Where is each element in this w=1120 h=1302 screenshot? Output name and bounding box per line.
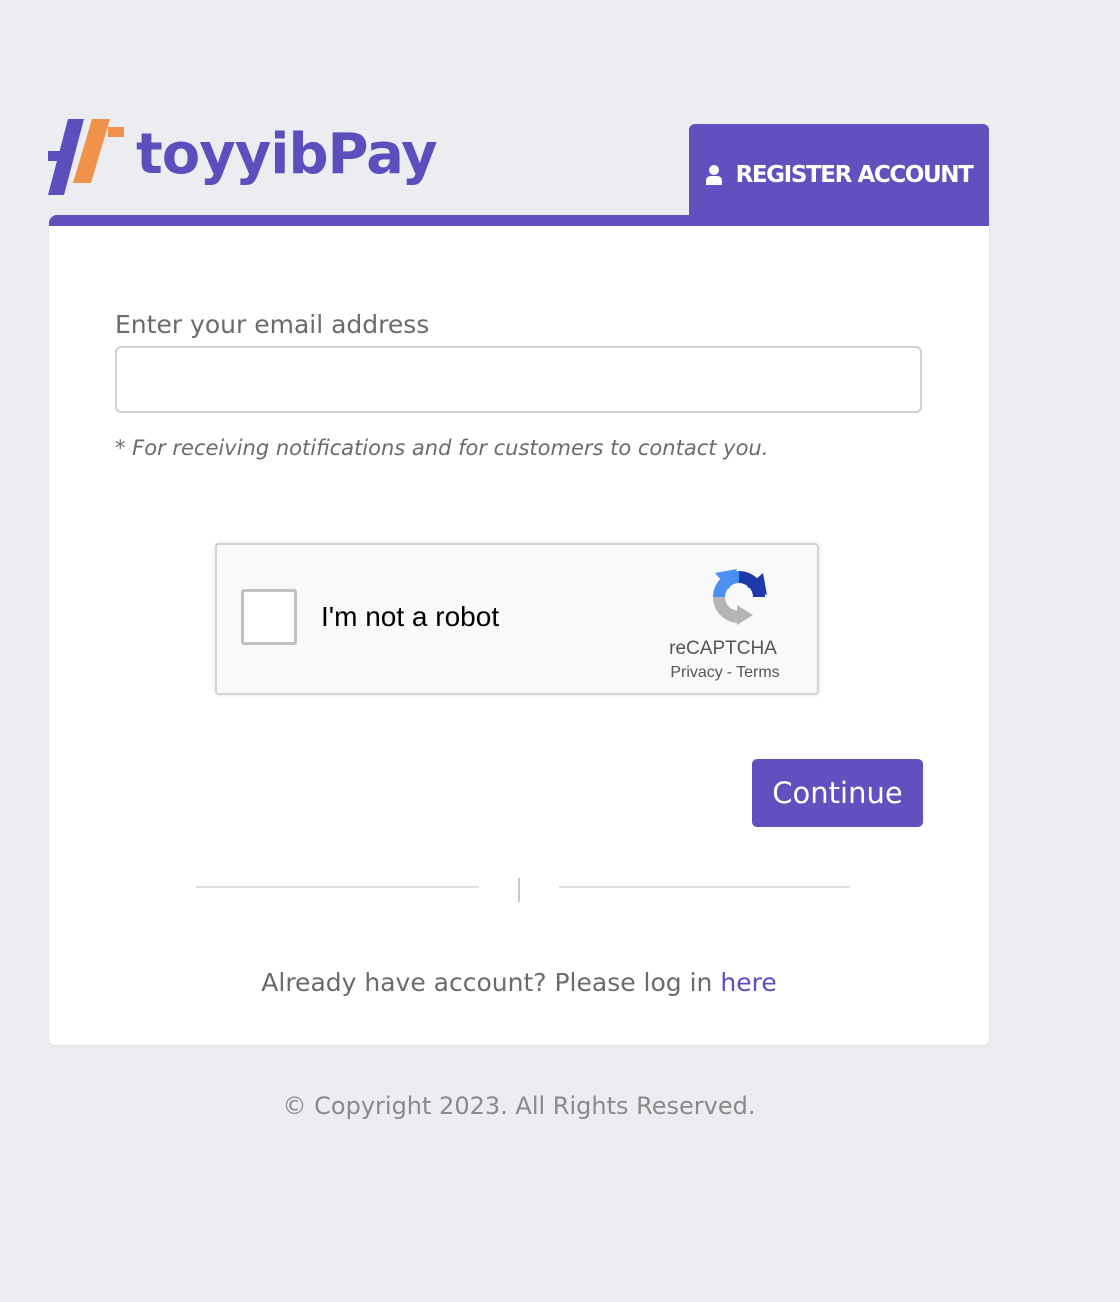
recaptcha-terms-link[interactable]: Terms [736, 664, 780, 681]
divider-line-left [196, 886, 479, 888]
email-label: Enter your email address [115, 310, 430, 339]
registration-card: Enter your email address * For receiving… [49, 215, 989, 1045]
divider-separator [518, 878, 520, 902]
recaptcha-logo-icon [713, 569, 767, 625]
login-here-link[interactable]: here [720, 968, 776, 997]
login-prompt-text: Already have account? Please log in [261, 968, 713, 997]
toyyibpay-logo-icon [48, 119, 124, 195]
recaptcha-checkbox[interactable] [241, 589, 297, 645]
divider-line-right [559, 886, 850, 888]
login-prompt: Already have account? Please log in here [49, 968, 989, 997]
continue-button[interactable]: Continue [752, 759, 923, 827]
email-field[interactable] [115, 346, 922, 413]
recaptcha-brand: reCAPTCHA [669, 638, 777, 659]
register-account-label: REGISTER ACCOUNT [735, 162, 974, 188]
email-help-text: * For receiving notifications and for cu… [115, 436, 769, 460]
recaptcha-widget: I'm not a robot reCAPTCHA Privacy - Terms [215, 543, 819, 695]
brand-name: toyyibPay [136, 122, 438, 187]
brand-logo: toyyibPay [48, 118, 438, 200]
copyright-text: © Copyright 2023. All Rights Reserved. [282, 1092, 756, 1120]
user-icon [705, 165, 722, 185]
recaptcha-link-separator: - [726, 664, 733, 681]
register-account-tab[interactable]: REGISTER ACCOUNT [689, 124, 989, 226]
recaptcha-label: I'm not a robot [321, 601, 500, 632]
recaptcha-links: Privacy - Terms [655, 664, 795, 682]
recaptcha-privacy-link[interactable]: Privacy [670, 664, 722, 681]
